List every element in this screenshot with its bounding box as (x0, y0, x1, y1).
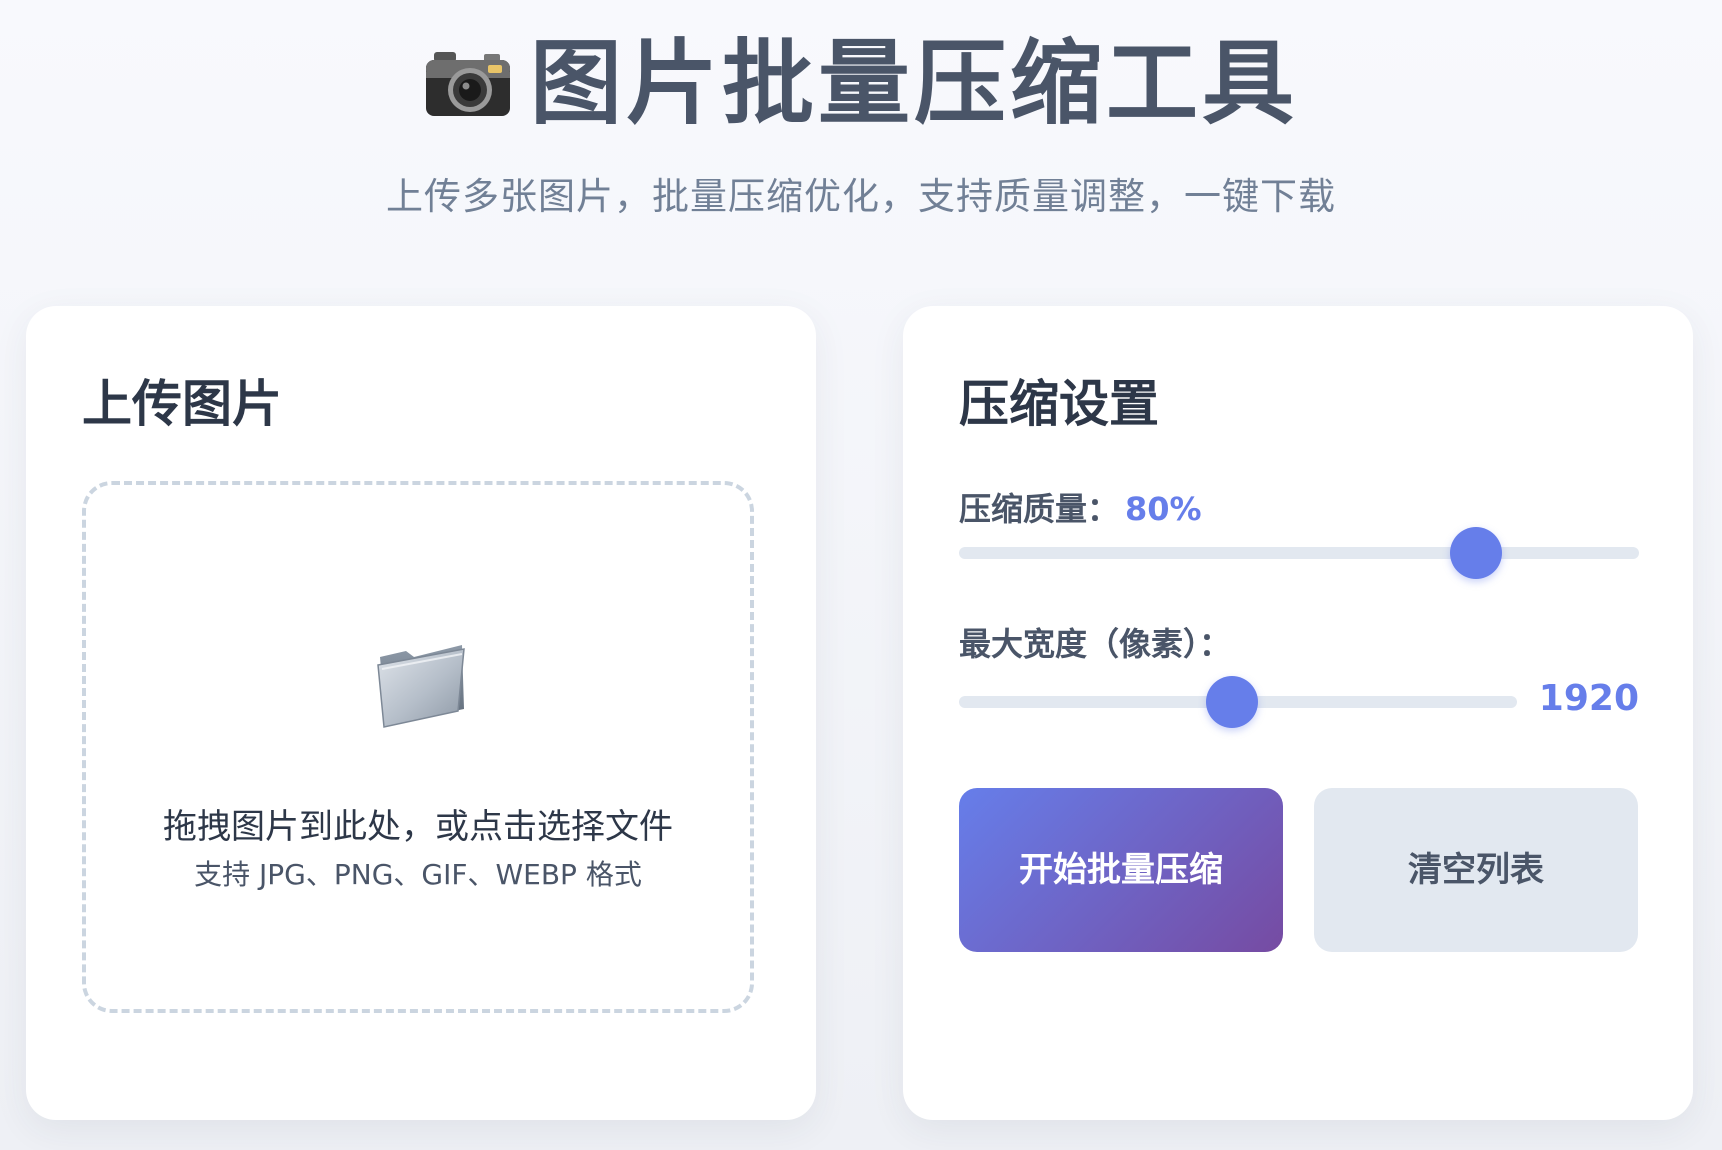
settings-card-title: 压缩设置 (959, 375, 1159, 433)
upload-card: 上传图片 拖拽图片到此处，或点击选择文件 支持 JPG、PNG、GIF、WEBP… (26, 306, 816, 1120)
max-width-slider-thumb[interactable] (1206, 676, 1259, 728)
quality-label: 压缩质量： (959, 490, 1120, 528)
folder-icon (372, 635, 472, 731)
quality-slider-thumb[interactable] (1449, 527, 1502, 579)
file-dropzone[interactable]: 拖拽图片到此处，或点击选择文件 支持 JPG、PNG、GIF、WEBP 格式 (82, 481, 754, 1013)
quality-slider[interactable] (959, 527, 1639, 579)
camera-icon (424, 48, 512, 120)
title-row: 图片批量压缩工具 (0, 28, 1722, 140)
max-width-value: 1920 (1538, 678, 1639, 719)
max-width-label: 最大宽度（像素）： (959, 625, 1232, 663)
clear-list-button[interactable]: 清空列表 (1314, 788, 1638, 952)
max-width-slider[interactable] (959, 676, 1517, 728)
start-compress-button[interactable]: 开始批量压缩 (959, 788, 1283, 952)
dropzone-text: 拖拽图片到此处，或点击选择文件 (163, 807, 673, 847)
page-subtitle: 上传多张图片，批量压缩优化，支持质量调整，一键下载 (386, 175, 1336, 218)
quality-value: 80% (1125, 490, 1202, 528)
settings-card: 压缩设置 压缩质量： 80% 最大宽度（像素）： 1920 开始批量压缩 清空列表 (903, 306, 1693, 1120)
upload-card-title: 上传图片 (82, 375, 282, 433)
page-title: 图片批量压缩工具 (529, 30, 1298, 137)
quality-label-row: 压缩质量： 80% (959, 484, 1202, 530)
dropzone-format-hint: 支持 JPG、PNG、GIF、WEBP 格式 (194, 858, 642, 891)
